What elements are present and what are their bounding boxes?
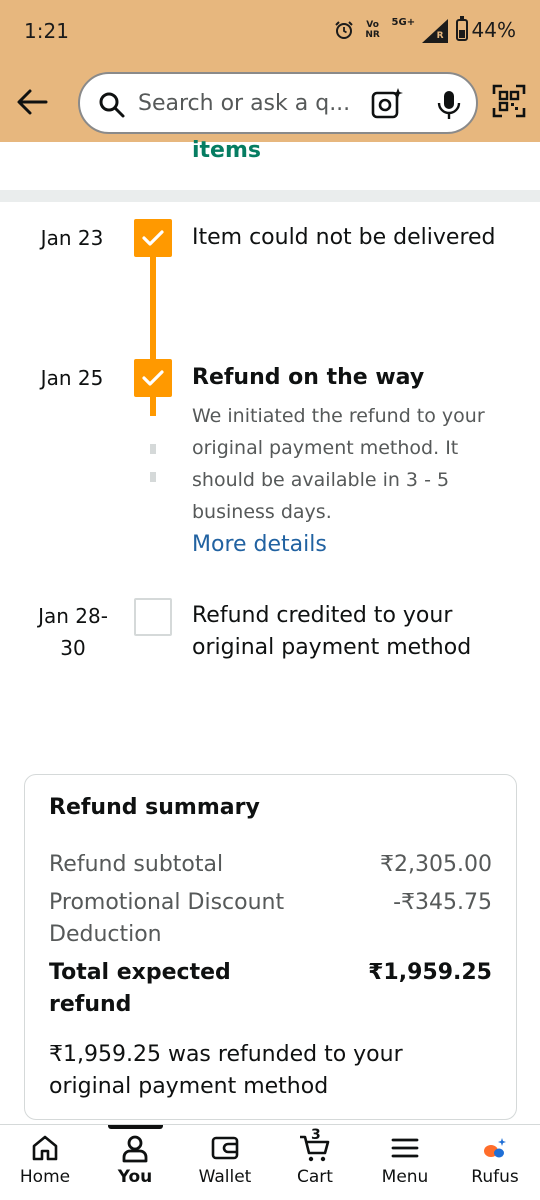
search-bar[interactable]: Search or ask a q... [78, 72, 478, 134]
battery-icon [455, 16, 468, 41]
status-bar: 1:21 Vo NR 5G+ R 44% [0, 0, 540, 62]
app-header: 1:21 Vo NR 5G+ R 44% Search or ask a q..… [0, 0, 540, 142]
qr-scan-icon[interactable] [492, 84, 526, 118]
nav-home-label: Home [19, 1167, 71, 1187]
timeline-event-title: Item could not be delivered [192, 225, 496, 250]
nav-you-label: You [117, 1167, 153, 1187]
refund-summary-card: Refund summary Refund subtotal ₹2,305.00… [24, 774, 517, 1120]
status-icons: Vo NR 5G+ R 44% [334, 16, 516, 43]
home-icon [32, 1135, 58, 1161]
bottom-navigation: Home You Wallet 3 Cart Menu Rufus [0, 1124, 540, 1200]
timeline-line-complete [150, 250, 156, 368]
timeline-date: Jan 25 [40, 366, 104, 390]
microphone-icon[interactable] [436, 89, 462, 121]
section-divider [0, 190, 540, 202]
active-tab-indicator [108, 1125, 163, 1129]
search-icon [99, 92, 125, 118]
network-type: 5G+ [391, 17, 416, 28]
nav-rufus[interactable]: Rufus [450, 1133, 540, 1197]
more-details-link[interactable]: More details [192, 532, 327, 557]
checkmark-icon [142, 230, 164, 246]
search-input[interactable]: Search or ask a q... [138, 91, 350, 116]
nav-wallet-label: Wallet [198, 1167, 252, 1187]
nav-home[interactable]: Home [0, 1133, 90, 1197]
refund-subtotal-value: ₹2,305.00 [380, 852, 492, 877]
timeline-event-description: We initiated the refund to your original… [192, 405, 485, 523]
back-arrow-icon[interactable] [14, 84, 50, 120]
person-icon [122, 1135, 148, 1163]
battery-percent: 44% [471, 18, 516, 42]
status-time: 1:21 [24, 19, 69, 43]
nav-rufus-label: Rufus [471, 1167, 519, 1187]
volte-indicator: Vo NR [365, 20, 380, 40]
nav-cart[interactable]: 3 Cart [270, 1127, 360, 1197]
wallet-icon [211, 1136, 239, 1160]
discount-deduction-label: Promotional Discount Deduction [49, 890, 285, 947]
timeline-event-title: Refund on the way [192, 365, 425, 390]
timeline-checkbox-pending [134, 598, 172, 636]
nav-you[interactable]: You [90, 1133, 180, 1197]
timeline-line-pending [150, 472, 156, 482]
timeline-checkbox-done [134, 219, 172, 257]
roaming-indicator: R [436, 31, 444, 41]
battery-indicator: 44% [455, 16, 516, 42]
nav-wallet[interactable]: Wallet [180, 1133, 270, 1197]
nav-menu-label: Menu [381, 1167, 429, 1187]
refund-status-note: ₹1,959.25 was refunded to your original … [49, 1042, 403, 1099]
timeline-date: Jan 23 [40, 226, 104, 250]
refund-subtotal-label: Refund subtotal [49, 852, 224, 877]
timeline-date: Jan 28-30 [38, 604, 108, 660]
timeline-event-title: Refund credited to your original payment… [192, 603, 472, 660]
timeline-checkbox-done [134, 359, 172, 397]
total-expected-refund-value: ₹1,959.25 [368, 960, 492, 985]
discount-deduction-value: -₹345.75 [393, 890, 492, 915]
menu-icon [391, 1138, 419, 1158]
total-expected-refund-label: Total expected refund [49, 960, 231, 1017]
nav-cart-label: Cart [297, 1167, 333, 1187]
previous-section-heading: items [192, 138, 261, 163]
camera-lens-icon[interactable] [370, 87, 404, 121]
checkmark-icon [142, 370, 164, 386]
cart-count-badge: 3 [311, 1127, 321, 1143]
nav-menu[interactable]: Menu [360, 1133, 450, 1197]
alarm-icon [334, 21, 353, 39]
rufus-icon [484, 1138, 506, 1158]
signal-icon: 5G+ R [392, 17, 448, 43]
timeline-line-pending [150, 444, 156, 454]
refund-summary-title: Refund summary [49, 795, 260, 820]
